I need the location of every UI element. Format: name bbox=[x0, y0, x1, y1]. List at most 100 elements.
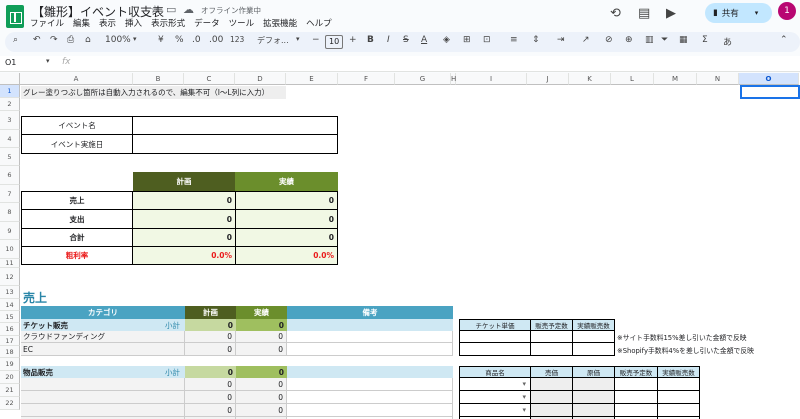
row-header[interactable]: 19 bbox=[0, 358, 20, 371]
chevron-down-icon[interactable]: ▾ bbox=[46, 57, 50, 65]
goods-row-label[interactable] bbox=[21, 404, 185, 417]
input-tools-button[interactable]: あ bbox=[723, 35, 732, 48]
goods-price-input[interactable] bbox=[530, 377, 573, 391]
functions-button[interactable]: Σ bbox=[702, 35, 708, 45]
goods-planned-qty-input[interactable] bbox=[614, 377, 658, 391]
ticket-row-label[interactable]: クラウドファンディング bbox=[21, 331, 185, 343]
column-header[interactable]: J bbox=[527, 73, 569, 85]
goods-row-label[interactable] bbox=[21, 391, 185, 404]
goods-cost-input[interactable] bbox=[572, 377, 615, 391]
menu-extensions[interactable]: 拡張機能 bbox=[263, 17, 297, 29]
more-formats-button[interactable]: 123 bbox=[230, 35, 244, 44]
row-header[interactable]: 12 bbox=[0, 268, 20, 286]
row-header[interactable]: 20 bbox=[0, 371, 20, 384]
event-date-input[interactable] bbox=[132, 134, 338, 154]
event-name-input[interactable] bbox=[132, 116, 338, 135]
insert-chart-icon[interactable]: ▥ bbox=[645, 35, 654, 45]
increase-decimal-button[interactable]: .00 bbox=[209, 35, 223, 45]
ticket-remarks[interactable] bbox=[287, 319, 453, 331]
collapse-toolbar-icon[interactable]: ⌃ bbox=[780, 35, 788, 45]
column-header[interactable]: N bbox=[697, 73, 739, 85]
row-header[interactable]: 2 bbox=[0, 98, 20, 111]
filter-views-icon[interactable]: ▦ bbox=[679, 35, 688, 45]
row-header[interactable]: 10 bbox=[0, 240, 20, 259]
goods-name-input[interactable]: ▾ bbox=[459, 377, 531, 391]
ticket-planned-qty-input[interactable] bbox=[530, 342, 573, 356]
merge-cells-icon[interactable]: ⊡ bbox=[483, 35, 491, 45]
search-icon[interactable]: ⌕ bbox=[13, 35, 18, 45]
sheets-logo-icon[interactable] bbox=[6, 5, 24, 28]
ticket-price-input[interactable] bbox=[459, 342, 531, 356]
font-size-decrease-button[interactable]: − bbox=[312, 35, 320, 45]
goods-planned-qty-input[interactable] bbox=[614, 403, 658, 417]
row-header[interactable]: 6 bbox=[0, 166, 20, 185]
column-header[interactable]: B bbox=[133, 73, 184, 85]
column-header[interactable]: M bbox=[654, 73, 697, 85]
share-button[interactable]: ▮ 共有 ▾ bbox=[705, 3, 772, 23]
column-header[interactable]: E bbox=[286, 73, 338, 85]
redo-icon[interactable]: ↷ bbox=[50, 35, 58, 45]
font-size-input[interactable]: 10 bbox=[325, 35, 344, 49]
name-box[interactable]: O1 bbox=[5, 58, 16, 67]
selected-cell-o1[interactable] bbox=[740, 85, 800, 99]
chevron-down-icon[interactable]: ▾ bbox=[133, 35, 137, 43]
goods-actual-qty-input[interactable] bbox=[657, 403, 700, 417]
goods-row-remarks[interactable] bbox=[287, 404, 453, 417]
row-header[interactable]: 14 bbox=[0, 299, 20, 311]
row-header[interactable]: 11 bbox=[0, 259, 20, 268]
row-header[interactable]: 22 bbox=[0, 397, 20, 410]
goods-planned-qty-input[interactable] bbox=[614, 390, 658, 404]
ticket-row-remarks[interactable] bbox=[287, 343, 453, 356]
chevron-down-icon[interactable]: ▾ bbox=[296, 35, 300, 43]
italic-button[interactable]: I bbox=[387, 35, 390, 45]
insert-comment-icon[interactable]: ⊕ bbox=[625, 35, 633, 45]
row-header[interactable]: 21 bbox=[0, 384, 20, 397]
column-header[interactable]: D bbox=[235, 73, 286, 85]
meet-icon[interactable]: ▶ bbox=[666, 6, 676, 21]
insert-link-icon[interactable]: ⊘ bbox=[605, 35, 613, 45]
text-wrap-icon[interactable]: ⇥ bbox=[557, 35, 565, 45]
row-header[interactable]: 13 bbox=[0, 286, 20, 299]
filter-icon[interactable]: ⏷ bbox=[661, 35, 668, 45]
menu-help[interactable]: ヘルプ bbox=[306, 17, 332, 29]
row-header[interactable]: 9 bbox=[0, 222, 20, 240]
menu-tools[interactable]: ツール bbox=[229, 17, 255, 29]
dropdown-arrow-icon[interactable]: ▾ bbox=[522, 380, 526, 388]
goods-row-label[interactable] bbox=[21, 378, 185, 391]
goods-row-remarks[interactable] bbox=[287, 391, 453, 404]
column-header[interactable]: L bbox=[611, 73, 654, 85]
dropdown-arrow-icon[interactable]: ▾ bbox=[522, 406, 526, 414]
row-header[interactable]: 18 bbox=[0, 346, 20, 358]
ticket-row-label[interactable]: EC bbox=[21, 343, 185, 356]
goods-cost-input[interactable] bbox=[572, 390, 615, 404]
strikethrough-icon[interactable]: S bbox=[403, 35, 409, 45]
column-header[interactable]: A bbox=[20, 73, 133, 85]
menu-data[interactable]: データ bbox=[194, 17, 220, 29]
ticket-actual-qty-input[interactable] bbox=[572, 342, 615, 356]
text-color-icon[interactable]: A bbox=[421, 35, 427, 45]
font-size-increase-button[interactable]: + bbox=[349, 35, 357, 45]
print-icon[interactable]: ⎙ bbox=[67, 35, 74, 45]
vertical-align-icon[interactable]: ⇕ bbox=[532, 35, 540, 45]
cloud-offline-icon[interactable]: ☁ bbox=[183, 3, 194, 16]
star-icon[interactable]: ☆ bbox=[150, 3, 160, 16]
row-header[interactable]: 4 bbox=[0, 130, 20, 148]
goods-price-input[interactable] bbox=[530, 403, 573, 417]
select-all-corner[interactable] bbox=[0, 73, 20, 85]
avatar[interactable]: 1 bbox=[778, 2, 796, 20]
ticket-row-remarks[interactable] bbox=[287, 331, 453, 343]
row-header[interactable]: 3 bbox=[0, 111, 20, 130]
goods-name-input[interactable]: ▾ bbox=[459, 390, 531, 404]
currency-format-button[interactable]: ¥ bbox=[158, 35, 164, 45]
menu-insert[interactable]: 挿入 bbox=[125, 17, 142, 29]
font-select[interactable]: デフォ... bbox=[257, 35, 289, 46]
goods-cost-input[interactable] bbox=[572, 403, 615, 417]
row-header[interactable]: 16 bbox=[0, 323, 20, 336]
column-header[interactable]: C bbox=[184, 73, 235, 85]
note-cell[interactable]: グレー塗りつぶし箇所は自動入力されるので、編集不可（I〜L列に入力） bbox=[21, 86, 286, 99]
goods-actual-qty-input[interactable] bbox=[657, 377, 700, 391]
column-header[interactable]: I bbox=[456, 73, 527, 85]
goods-name-input[interactable]: ▾ bbox=[459, 403, 531, 417]
goods-row-remarks[interactable] bbox=[287, 378, 453, 391]
comment-icon[interactable]: ▤ bbox=[638, 6, 650, 21]
